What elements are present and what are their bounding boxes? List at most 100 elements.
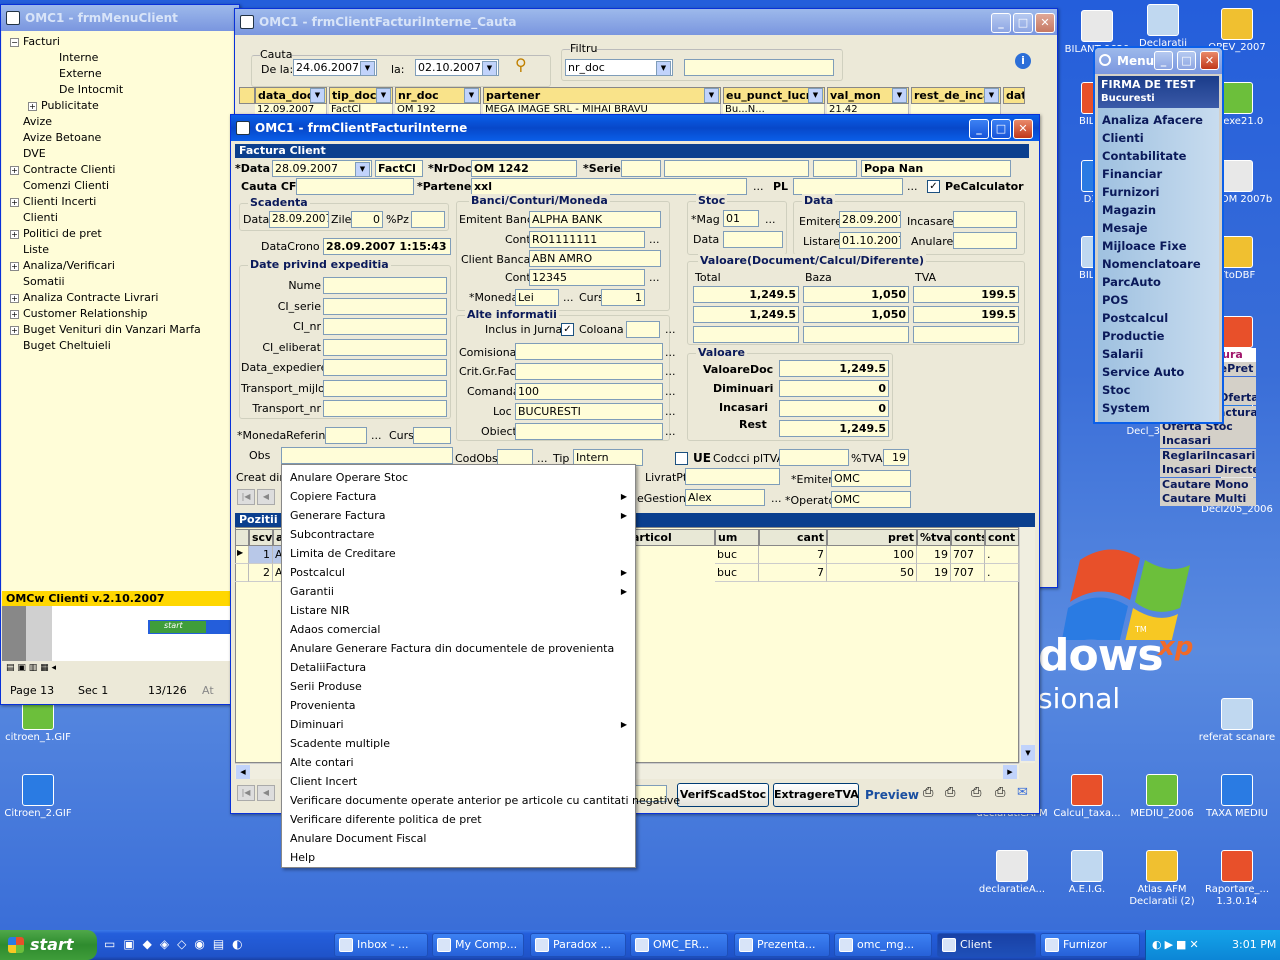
- context-menu-item[interactable]: Copiere Factura ▶: [282, 487, 635, 506]
- tip-doc-field[interactable]: FactCl: [375, 160, 423, 177]
- grid-cell[interactable]: buc: [715, 564, 759, 582]
- tree-item[interactable]: De Intocmit: [10, 82, 234, 98]
- side-menu-item[interactable]: Mesaje: [1102, 219, 1215, 237]
- context-menu[interactable]: Anulare Operare Stoc Copiere Factura ▶ Gene…: [281, 464, 680, 868]
- nav-first-button[interactable]: |◀: [237, 489, 255, 505]
- baza-r3[interactable]: [803, 326, 909, 343]
- dela-field[interactable]: 24.06.2007 ▼: [293, 59, 377, 76]
- taskbar-item[interactable]: Client: [937, 933, 1036, 957]
- tree-item[interactable]: + Politici de pret: [10, 226, 234, 242]
- scadenta-data-field[interactable]: 28.09.2007: [269, 211, 329, 228]
- side-menu-item[interactable]: Clienti: [1102, 129, 1215, 147]
- anulare-field[interactable]: [953, 232, 1017, 249]
- side-menu-item[interactable]: Furnizori: [1102, 183, 1215, 201]
- coloana-field[interactable]: [626, 321, 660, 338]
- listare-field[interactable]: 01.10.2007: [839, 232, 901, 249]
- column-header[interactable]: %tva: [917, 529, 951, 546]
- context-menu-item[interactable]: Generare Factura ▶: [282, 506, 635, 525]
- chevron-down-icon[interactable]: ▼: [464, 88, 479, 103]
- print-icon[interactable]: ⎙: [995, 785, 1005, 800]
- tree-toggle-icon[interactable]: −: [10, 37, 19, 47]
- loc-more[interactable]: ...: [665, 405, 676, 418]
- desktop-icon[interactable]: TAXA MEDIU: [1197, 774, 1277, 820]
- desktop-icon[interactable]: declaratieA...: [972, 850, 1052, 896]
- expeditia-field[interactable]: [323, 359, 447, 376]
- print-icon[interactable]: ⎙: [971, 785, 981, 800]
- chevron-down-icon[interactable]: ▼: [310, 88, 325, 103]
- tree-toggle-icon[interactable]: +: [28, 101, 37, 111]
- tree-toggle-icon[interactable]: +: [10, 165, 19, 175]
- emitent-cont-field[interactable]: RO1111111: [529, 231, 645, 248]
- context-menu-item[interactable]: Anulare Operare Stoc: [282, 468, 635, 487]
- tree-item[interactable]: + Analiza Contracte Livrari: [10, 290, 234, 306]
- tree-toggle-icon[interactable]: +: [10, 261, 19, 271]
- desktop-icon[interactable]: MEDIU_2006: [1122, 774, 1202, 820]
- context-menu-item[interactable]: Subcontractare: [282, 525, 635, 544]
- tree-item[interactable]: DVE: [10, 146, 234, 162]
- datacrono-field[interactable]: 28.09.2007 1:15:43 F: [323, 238, 451, 255]
- tree-toggle-icon[interactable]: +: [10, 229, 19, 239]
- row-selector[interactable]: ▶: [235, 546, 249, 564]
- close-button[interactable]: ✕: [1035, 13, 1055, 33]
- column-header[interactable]: dat: [1003, 87, 1025, 104]
- tree-item[interactable]: Avize Betoane: [10, 130, 234, 146]
- data-field[interactable]: 28.09.2007 ▼: [272, 160, 372, 177]
- nav-prev-button[interactable]: ◀: [257, 489, 275, 505]
- side-menu-item[interactable]: Service Auto: [1102, 363, 1215, 381]
- grid-cell[interactable]: 7: [759, 546, 827, 564]
- desktop-icon[interactable]: Raportare_... 1.3.0.14: [1197, 850, 1277, 908]
- taskbar-item[interactable]: Paradox ...: [530, 933, 626, 957]
- partener-field[interactable]: xxl: [471, 178, 747, 195]
- preview-link[interactable]: Preview: [865, 788, 919, 802]
- column-header[interactable]: val_mon ▼: [827, 87, 909, 104]
- rest-field[interactable]: 1,249.5: [779, 420, 889, 437]
- vertical-scrollbar[interactable]: ▼: [1019, 527, 1035, 763]
- serie-extra-field[interactable]: [664, 160, 809, 177]
- comanda-more[interactable]: ...: [665, 385, 676, 398]
- incasare-field[interactable]: [953, 211, 1017, 228]
- taskbar-item[interactable]: Furnizor: [1040, 933, 1140, 957]
- desktop-icon[interactable]: Calcul_taxa...: [1047, 774, 1127, 820]
- side-menu-item[interactable]: Mijloace Fixe: [1102, 237, 1215, 255]
- action-link[interactable]: Incasari: [1160, 434, 1256, 449]
- side-menu-item[interactable]: POS: [1102, 291, 1215, 309]
- minimize-button[interactable]: _: [969, 119, 989, 139]
- column-header[interactable]: um: [715, 529, 759, 546]
- tree-item[interactable]: Buget Cheltuieli: [10, 338, 234, 354]
- popa-field[interactable]: Popa Nan: [861, 160, 1011, 177]
- tree-item[interactable]: Clienti: [10, 210, 234, 226]
- info-icon[interactable]: i: [1015, 53, 1031, 69]
- side-menu-item[interactable]: Postcalcul: [1102, 309, 1215, 327]
- taskbar-item[interactable]: My Comp...: [432, 933, 524, 957]
- side-menu-item[interactable]: Magazin: [1102, 201, 1215, 219]
- column-header[interactable]: pret: [827, 529, 917, 546]
- gestionar-more[interactable]: ...: [771, 492, 782, 505]
- cautacf-field[interactable]: [296, 178, 414, 195]
- chevron-down-icon[interactable]: ▼: [376, 88, 391, 103]
- context-menu-item[interactable]: Diminuari ▶: [282, 715, 635, 734]
- desktop-icon[interactable]: Citroen_2.GIF: [0, 774, 78, 820]
- obiect-field[interactable]: [515, 423, 663, 440]
- context-menu-item[interactable]: Serii Produse: [282, 677, 635, 696]
- side-menu-item[interactable]: Salarii: [1102, 345, 1215, 363]
- baza-r2[interactable]: 1,050: [803, 306, 909, 323]
- client-cont-more[interactable]: ...: [649, 271, 660, 284]
- expeditia-field[interactable]: [323, 277, 447, 294]
- side-menu-item[interactable]: Nomenclatoare: [1102, 255, 1215, 273]
- context-menu-item[interactable]: Verificare documente operate anterior pe…: [282, 791, 680, 810]
- maximize-button[interactable]: □: [1177, 51, 1196, 70]
- print-icon[interactable]: ⎙: [945, 785, 955, 800]
- side-menu-item[interactable]: Financiar: [1102, 165, 1215, 183]
- context-menu-item[interactable]: Listare NIR: [282, 601, 635, 620]
- tree-item[interactable]: − Facturi: [10, 34, 234, 50]
- column-header[interactable]: cant: [759, 529, 827, 546]
- column-header[interactable]: nr_doc ▼: [395, 87, 481, 104]
- chevron-down-icon[interactable]: ▼: [892, 88, 907, 103]
- pz-field[interactable]: [411, 211, 445, 228]
- operator-field[interactable]: OMC: [831, 491, 911, 508]
- tree-item[interactable]: Externe: [10, 66, 234, 82]
- side-menu-titlebar[interactable]: Menu _ □ ✕: [1095, 48, 1222, 74]
- tree-item[interactable]: + Customer Relationship: [10, 306, 234, 322]
- column-header[interactable]: eu_punct_lucr ▼: [723, 87, 825, 104]
- context-menu-item[interactable]: Provenienta: [282, 696, 635, 715]
